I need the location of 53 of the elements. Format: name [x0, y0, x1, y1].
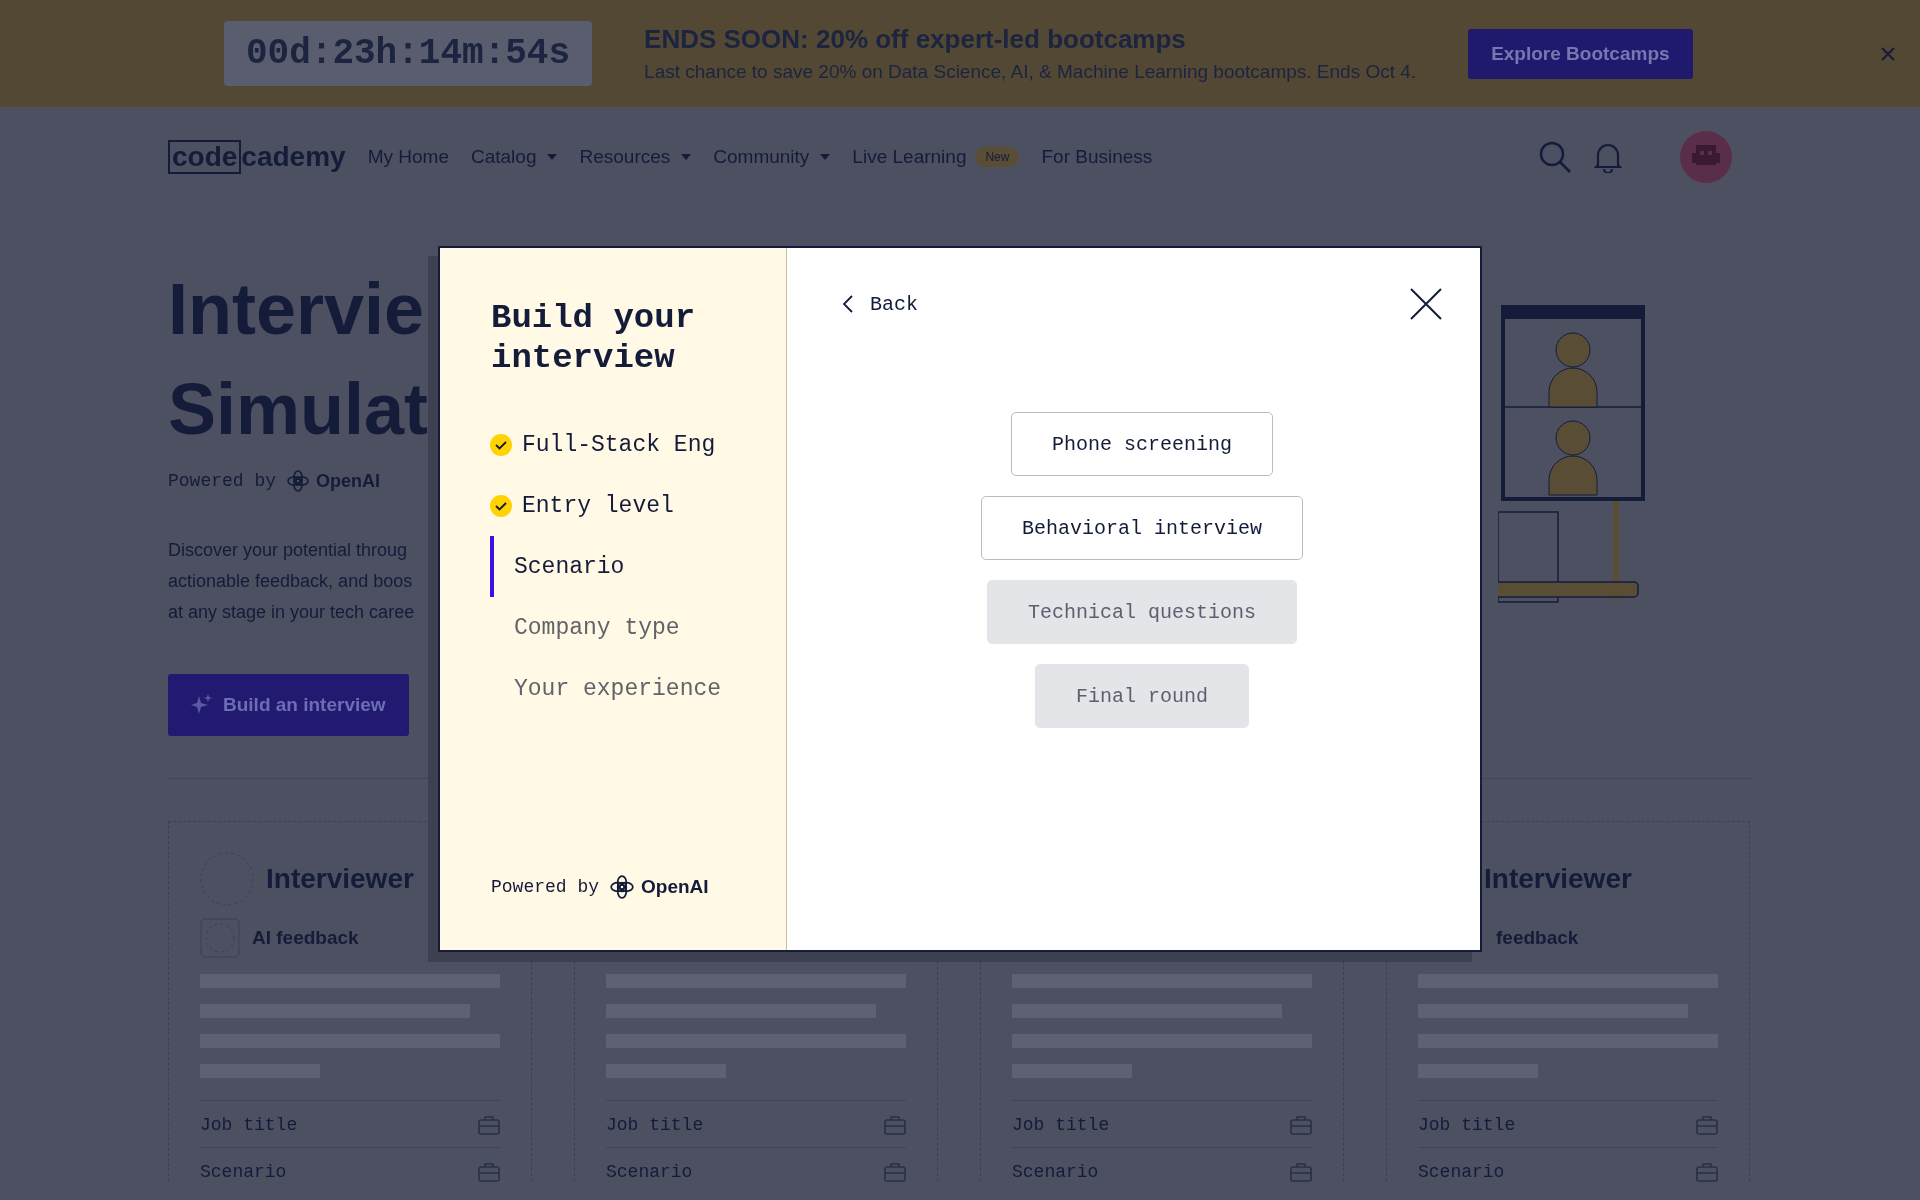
- hero-title: Intervie: [168, 268, 426, 351]
- bell-icon[interactable]: [1594, 141, 1622, 173]
- briefcase-icon: [1290, 1115, 1312, 1135]
- feedback-label: AI feedback: [252, 927, 359, 949]
- caret-icon[interactable]: [681, 154, 692, 160]
- hero-title: Simulat: [168, 368, 429, 451]
- card-field-label: Job title: [1012, 1115, 1110, 1135]
- briefcase-icon: [884, 1115, 906, 1135]
- search-icon[interactable]: [1538, 140, 1572, 174]
- briefcase-icon: [478, 1115, 500, 1135]
- powered-by-label: Powered by: [168, 471, 277, 491]
- step-item[interactable]: Full-Stack Eng: [490, 414, 786, 475]
- build-interview-button[interactable]: Build an interview: [168, 674, 409, 736]
- knot-logo-icon: [609, 874, 636, 900]
- card-field-label: Job title: [606, 1115, 704, 1135]
- chevron-left-icon: [842, 294, 854, 314]
- scenario-option[interactable]: Phone screening: [1011, 412, 1273, 476]
- brand-name: OpenAI: [316, 470, 381, 492]
- step-item[interactable]: Entry level: [490, 475, 786, 536]
- countdown-timer: 00d:23h:14m:54s: [224, 21, 593, 86]
- briefcase-icon: [1696, 1162, 1718, 1182]
- card-field-label: Job title: [200, 1115, 298, 1135]
- card-title: Interviewer: [266, 863, 414, 895]
- briefcase-icon: [478, 1162, 500, 1182]
- hero-description: actionable feedback, and boos: [168, 570, 414, 593]
- modal-title: Build your interview: [491, 298, 697, 378]
- close-icon[interactable]: [1410, 288, 1442, 320]
- briefcase-icon: [884, 1162, 906, 1182]
- briefcase-icon: [1696, 1115, 1718, 1135]
- step-item[interactable]: Company type: [490, 597, 786, 658]
- explore-button[interactable]: Explore Bootcamps: [1468, 28, 1693, 79]
- hero-description: Discover your potential throug: [168, 539, 409, 562]
- step-item[interactable]: Scenario: [490, 536, 786, 597]
- avatar-icon[interactable]: [1680, 131, 1732, 183]
- card-field-label: Scenario: [1418, 1162, 1505, 1182]
- card-title: Interviewer: [1484, 863, 1632, 895]
- check-icon: [490, 433, 512, 456]
- scenario-option[interactable]: Behavioral interview: [980, 496, 1303, 560]
- feedback-label: feedback: [1496, 927, 1579, 949]
- back-link[interactable]: Back: [842, 292, 918, 316]
- card-field-label: Scenario: [200, 1162, 287, 1182]
- caret-icon[interactable]: [820, 154, 831, 160]
- card-field-label: Scenario: [1012, 1162, 1099, 1182]
- powered-by-label: Powered by: [491, 877, 600, 897]
- check-icon: [490, 494, 512, 517]
- card-field-label: Job title: [1418, 1115, 1516, 1135]
- brand-name: OpenAI: [641, 876, 709, 898]
- caret-icon[interactable]: [547, 154, 558, 160]
- knot-logo-icon: [286, 469, 311, 493]
- hero-description: at any stage in your tech caree: [168, 601, 416, 624]
- step-item[interactable]: Your experience: [490, 658, 786, 719]
- card-field-label: Scenario: [606, 1162, 693, 1182]
- briefcase-icon: [1290, 1162, 1312, 1182]
